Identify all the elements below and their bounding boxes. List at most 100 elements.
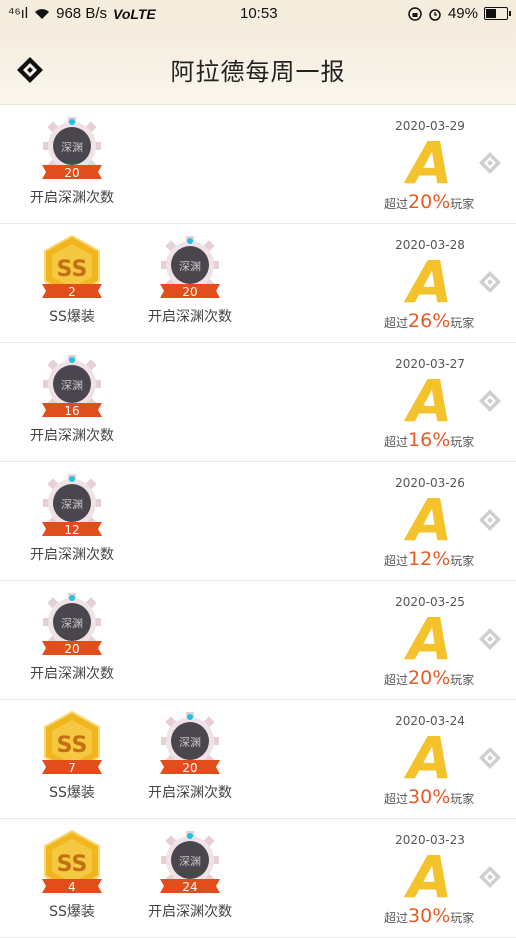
rank-prefix: 超过: [384, 197, 409, 211]
rank-value: 26%: [408, 310, 451, 332]
report-row[interactable]: SS 2 SS爆装 深渊 20 开启深渊次数 2020-03-28 A 超过26%玩家: [0, 224, 516, 343]
abyss-emblem-icon: 深渊 16: [42, 355, 102, 418]
badge-count: 20: [182, 761, 197, 775]
rank-value: 30%: [408, 786, 451, 808]
network-speed: 968 B/s: [56, 5, 107, 22]
report-list: 深渊 20 开启深渊次数 2020-03-29 A 超过20%玩家 SS 2 SS爆装…: [0, 105, 516, 938]
rank-prefix: 超过: [384, 435, 409, 449]
badge-label: 开启深渊次数: [30, 190, 114, 206]
rank-suffix: 玩家: [450, 554, 475, 568]
grade-letter: A: [407, 129, 453, 197]
alarm-icon: [429, 8, 441, 21]
abyss-count-badge: 深渊 20 开启深渊次数: [130, 234, 250, 326]
abyss-emblem-icon: 深渊 20: [160, 712, 220, 775]
rank-percent: 超过12%玩家: [384, 548, 474, 570]
diamond-chevron-icon[interactable]: [478, 151, 502, 175]
badge-label: 开启深渊次数: [148, 785, 232, 801]
grade-letter: A: [407, 605, 453, 673]
badge-label: 开启深渊次数: [148, 904, 232, 920]
rank-percent: 超过30%玩家: [384, 905, 474, 927]
rank-suffix: 玩家: [450, 792, 475, 806]
lock-rotation-icon: [408, 6, 422, 21]
signal-icon: ⁴⁶ıl: [8, 5, 29, 22]
ss-emblem-icon: SS 7: [42, 710, 102, 775]
badge-icon-text: SS: [57, 852, 88, 877]
badge-icon-text: 深渊: [61, 141, 83, 154]
rank-percent: 超过20%玩家: [384, 191, 474, 213]
abyss-emblem-icon: 深渊 20: [42, 593, 102, 656]
abyss-count-badge: 深渊 20 开启深渊次数: [12, 115, 132, 207]
grade-letter: A: [407, 248, 453, 316]
badge-label: SS爆装: [49, 309, 95, 325]
page-title: 阿拉德每周一报: [170, 58, 346, 86]
badge-count: 24: [182, 880, 197, 894]
badge-label: 开启深渊次数: [30, 428, 114, 444]
rank-value: 30%: [408, 905, 451, 927]
report-row[interactable]: 深渊 16 开启深渊次数 2020-03-27 A 超过16%玩家: [0, 343, 516, 462]
rank-prefix: 超过: [384, 554, 409, 568]
badge-label: SS爆装: [49, 785, 95, 801]
grade-letter: A: [407, 486, 453, 554]
grade-letter: A: [407, 843, 453, 911]
ss-emblem-icon: SS 4: [42, 829, 102, 894]
ss-drop-badge: SS 7 SS爆装: [12, 710, 132, 802]
abyss-count-badge: 深渊 24 开启深渊次数: [130, 829, 250, 921]
badge-label: SS爆装: [49, 904, 95, 920]
badge-icon-text: SS: [57, 257, 88, 282]
badge-icon-text: 深渊: [179, 855, 201, 868]
badge-label: 开启深渊次数: [30, 547, 114, 563]
diamond-chevron-icon[interactable]: [478, 389, 502, 413]
badge-count: 12: [64, 523, 79, 537]
rank-suffix: 玩家: [450, 316, 475, 330]
rank-prefix: 超过: [384, 673, 409, 687]
volte-indicator: VoLTE: [113, 5, 156, 22]
status-bar: ⁴⁶ıl 968 B/s VoLTE 10:53 49%: [0, 0, 516, 28]
badge-count: 4: [68, 880, 76, 894]
app-header: 阿拉德每周一报: [0, 28, 516, 105]
rank-value: 12%: [408, 548, 451, 570]
ss-drop-badge: SS 2 SS爆装: [12, 234, 132, 326]
report-row[interactable]: 深渊 12 开启深渊次数 2020-03-26 A 超过12%玩家: [0, 462, 516, 581]
diamond-chevron-icon[interactable]: [478, 746, 502, 770]
badge-icon-text: 深渊: [61, 617, 83, 630]
report-row[interactable]: SS 4 SS爆装 深渊 24 开启深渊次数 2020-03-23 A 超过30%玩家: [0, 819, 516, 938]
grade-letter: A: [407, 724, 453, 792]
diamond-chevron-icon[interactable]: [478, 865, 502, 889]
report-row[interactable]: SS 7 SS爆装 深渊 20 开启深渊次数 2020-03-24 A 超过30%玩家: [0, 700, 516, 819]
abyss-emblem-icon: 深渊 20: [160, 236, 220, 299]
battery-icon: [484, 7, 511, 20]
ss-emblem-icon: SS 2: [42, 234, 102, 299]
rank-suffix: 玩家: [450, 911, 475, 925]
rank-prefix: 超过: [384, 316, 409, 330]
rank-prefix: 超过: [384, 792, 409, 806]
rank-suffix: 玩家: [450, 197, 475, 211]
badge-icon-text: 深渊: [61, 379, 83, 392]
badge-count: 7: [68, 761, 76, 775]
abyss-count-badge: 深渊 12 开启深渊次数: [12, 472, 132, 564]
diamond-chevron-icon[interactable]: [478, 270, 502, 294]
clock: 10:53: [240, 5, 278, 22]
report-row[interactable]: 深渊 20 开启深渊次数 2020-03-25 A 超过20%玩家: [0, 581, 516, 700]
abyss-count-badge: 深渊 20 开启深渊次数: [130, 710, 250, 802]
badge-icon-text: SS: [57, 733, 88, 758]
rank-value: 16%: [408, 429, 451, 451]
abyss-count-badge: 深渊 16 开启深渊次数: [12, 353, 132, 445]
badge-count: 20: [64, 166, 79, 180]
rank-suffix: 玩家: [450, 673, 475, 687]
diamond-chevron-icon[interactable]: [478, 627, 502, 651]
diamond-chevron-icon[interactable]: [478, 508, 502, 532]
badge-icon-text: 深渊: [61, 498, 83, 511]
rank-percent: 超过26%玩家: [384, 310, 474, 332]
rank-value: 20%: [408, 191, 451, 213]
badge-icon-text: 深渊: [179, 260, 201, 273]
badge-icon-text: 深渊: [179, 736, 201, 749]
abyss-emblem-icon: 深渊 24: [160, 831, 220, 894]
badge-label: 开启深渊次数: [148, 309, 232, 325]
wifi-icon: [35, 8, 50, 19]
badge-count: 20: [64, 642, 79, 656]
report-row[interactable]: 深渊 20 开启深渊次数 2020-03-29 A 超过20%玩家: [0, 105, 516, 224]
badge-count: 2: [68, 285, 76, 299]
rank-percent: 超过30%玩家: [384, 786, 474, 808]
grade-letter: A: [407, 367, 453, 435]
rank-value: 20%: [408, 667, 451, 689]
